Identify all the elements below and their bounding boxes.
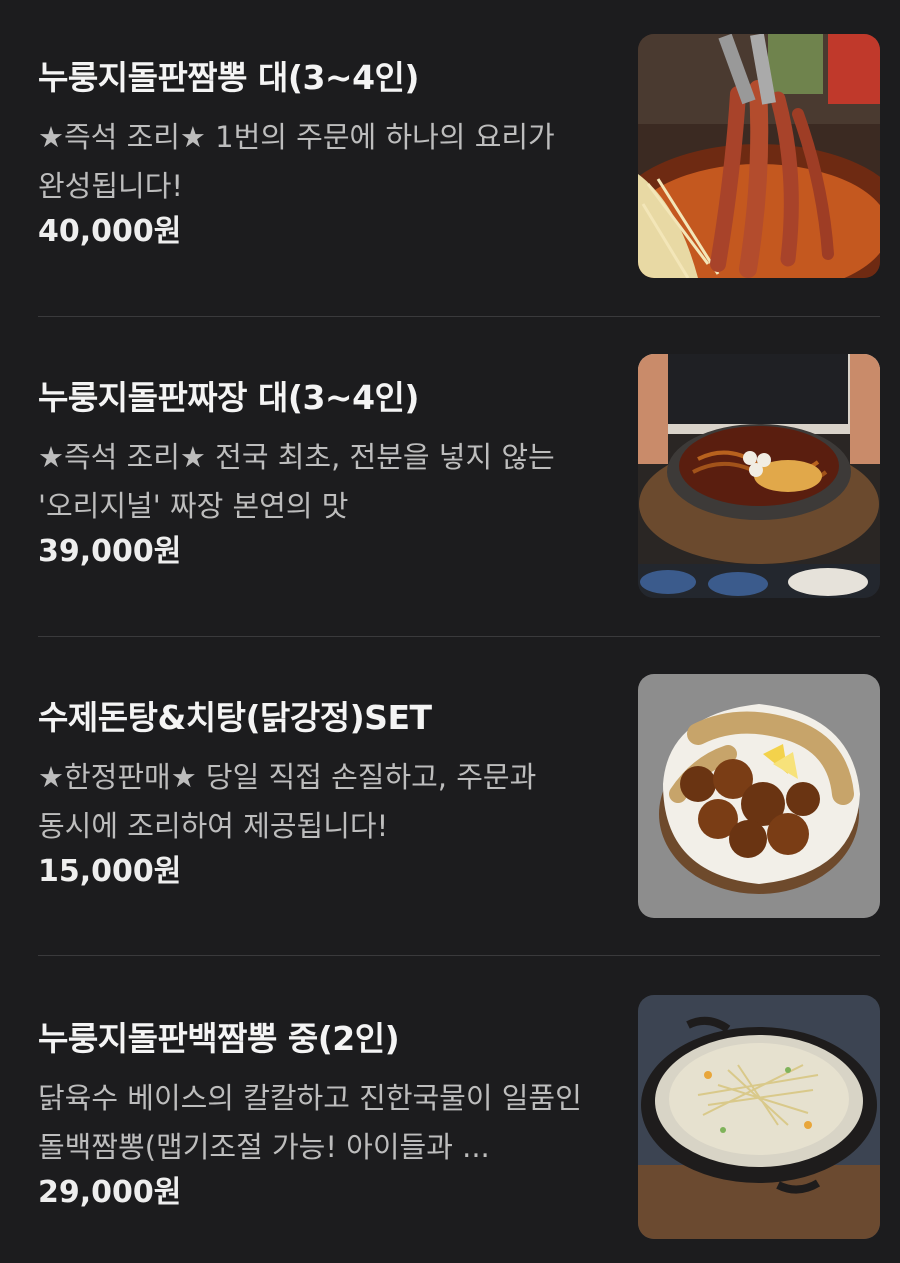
divider bbox=[38, 636, 880, 637]
food-photo-white-jjamppong-icon[interactable] bbox=[638, 995, 880, 1239]
food-photo-octopus-jjamppong-icon[interactable] bbox=[638, 34, 880, 278]
menu-item-description: ★즉석 조리★ 전국 최초, 전분을 넣지 않는 '오리지널' 짜장 본연의 맛 bbox=[38, 440, 555, 523]
food-photo-fried-chicken-icon[interactable] bbox=[638, 674, 880, 918]
menu-item-price: 39,000원 bbox=[38, 534, 182, 569]
menu-item-description: ★한정판매★ 당일 직접 손질하고, 주문과 동시에 조리하여 제공됩니다! bbox=[38, 760, 537, 843]
menu-item[interactable]: 수제돈탕&치탕(닭강정)SET ★한정판매★ 당일 직접 손질하고, 주문과 동… bbox=[38, 674, 880, 918]
menu-item-title: 누룽지돌판짜장 대(3~4인) bbox=[38, 378, 419, 417]
menu-item-title: 수제돈탕&치탕(닭강정)SET bbox=[38, 698, 432, 737]
menu-item-title: 누룽지돌판백짬뽕 중(2인) bbox=[38, 1019, 400, 1058]
menu-item[interactable]: 누룽지돌판짜장 대(3~4인) ★즉석 조리★ 전국 최초, 전분을 넣지 않는… bbox=[38, 354, 880, 598]
divider bbox=[38, 955, 880, 956]
menu-item-price: 29,000원 bbox=[38, 1175, 182, 1210]
menu-item-price: 40,000원 bbox=[38, 214, 182, 249]
menu-item-description: 닭육수 베이스의 칼칼하고 진한국물이 일품인 돌백짬뽕(맵기조절 가능! 아이… bbox=[38, 1081, 582, 1164]
divider bbox=[38, 316, 880, 317]
menu-item[interactable]: 누룽지돌판짬뽕 대(3~4인) ★즉석 조리★ 1번의 주문에 하나의 요리가 … bbox=[38, 34, 880, 278]
menu-item-price: 15,000원 bbox=[38, 854, 182, 889]
menu-item[interactable]: 누룽지돌판백짬뽕 중(2인) 닭육수 베이스의 칼칼하고 진한국물이 일품인 돌… bbox=[38, 995, 880, 1239]
menu-item-description: ★즉석 조리★ 1번의 주문에 하나의 요리가 완성됩니다! bbox=[38, 120, 555, 203]
food-photo-jjajang-icon[interactable] bbox=[638, 354, 880, 598]
menu-item-title: 누룽지돌판짬뽕 대(3~4인) bbox=[38, 58, 419, 97]
menu-list: 누룽지돌판짬뽕 대(3~4인) ★즉석 조리★ 1번의 주문에 하나의 요리가 … bbox=[0, 0, 900, 1263]
